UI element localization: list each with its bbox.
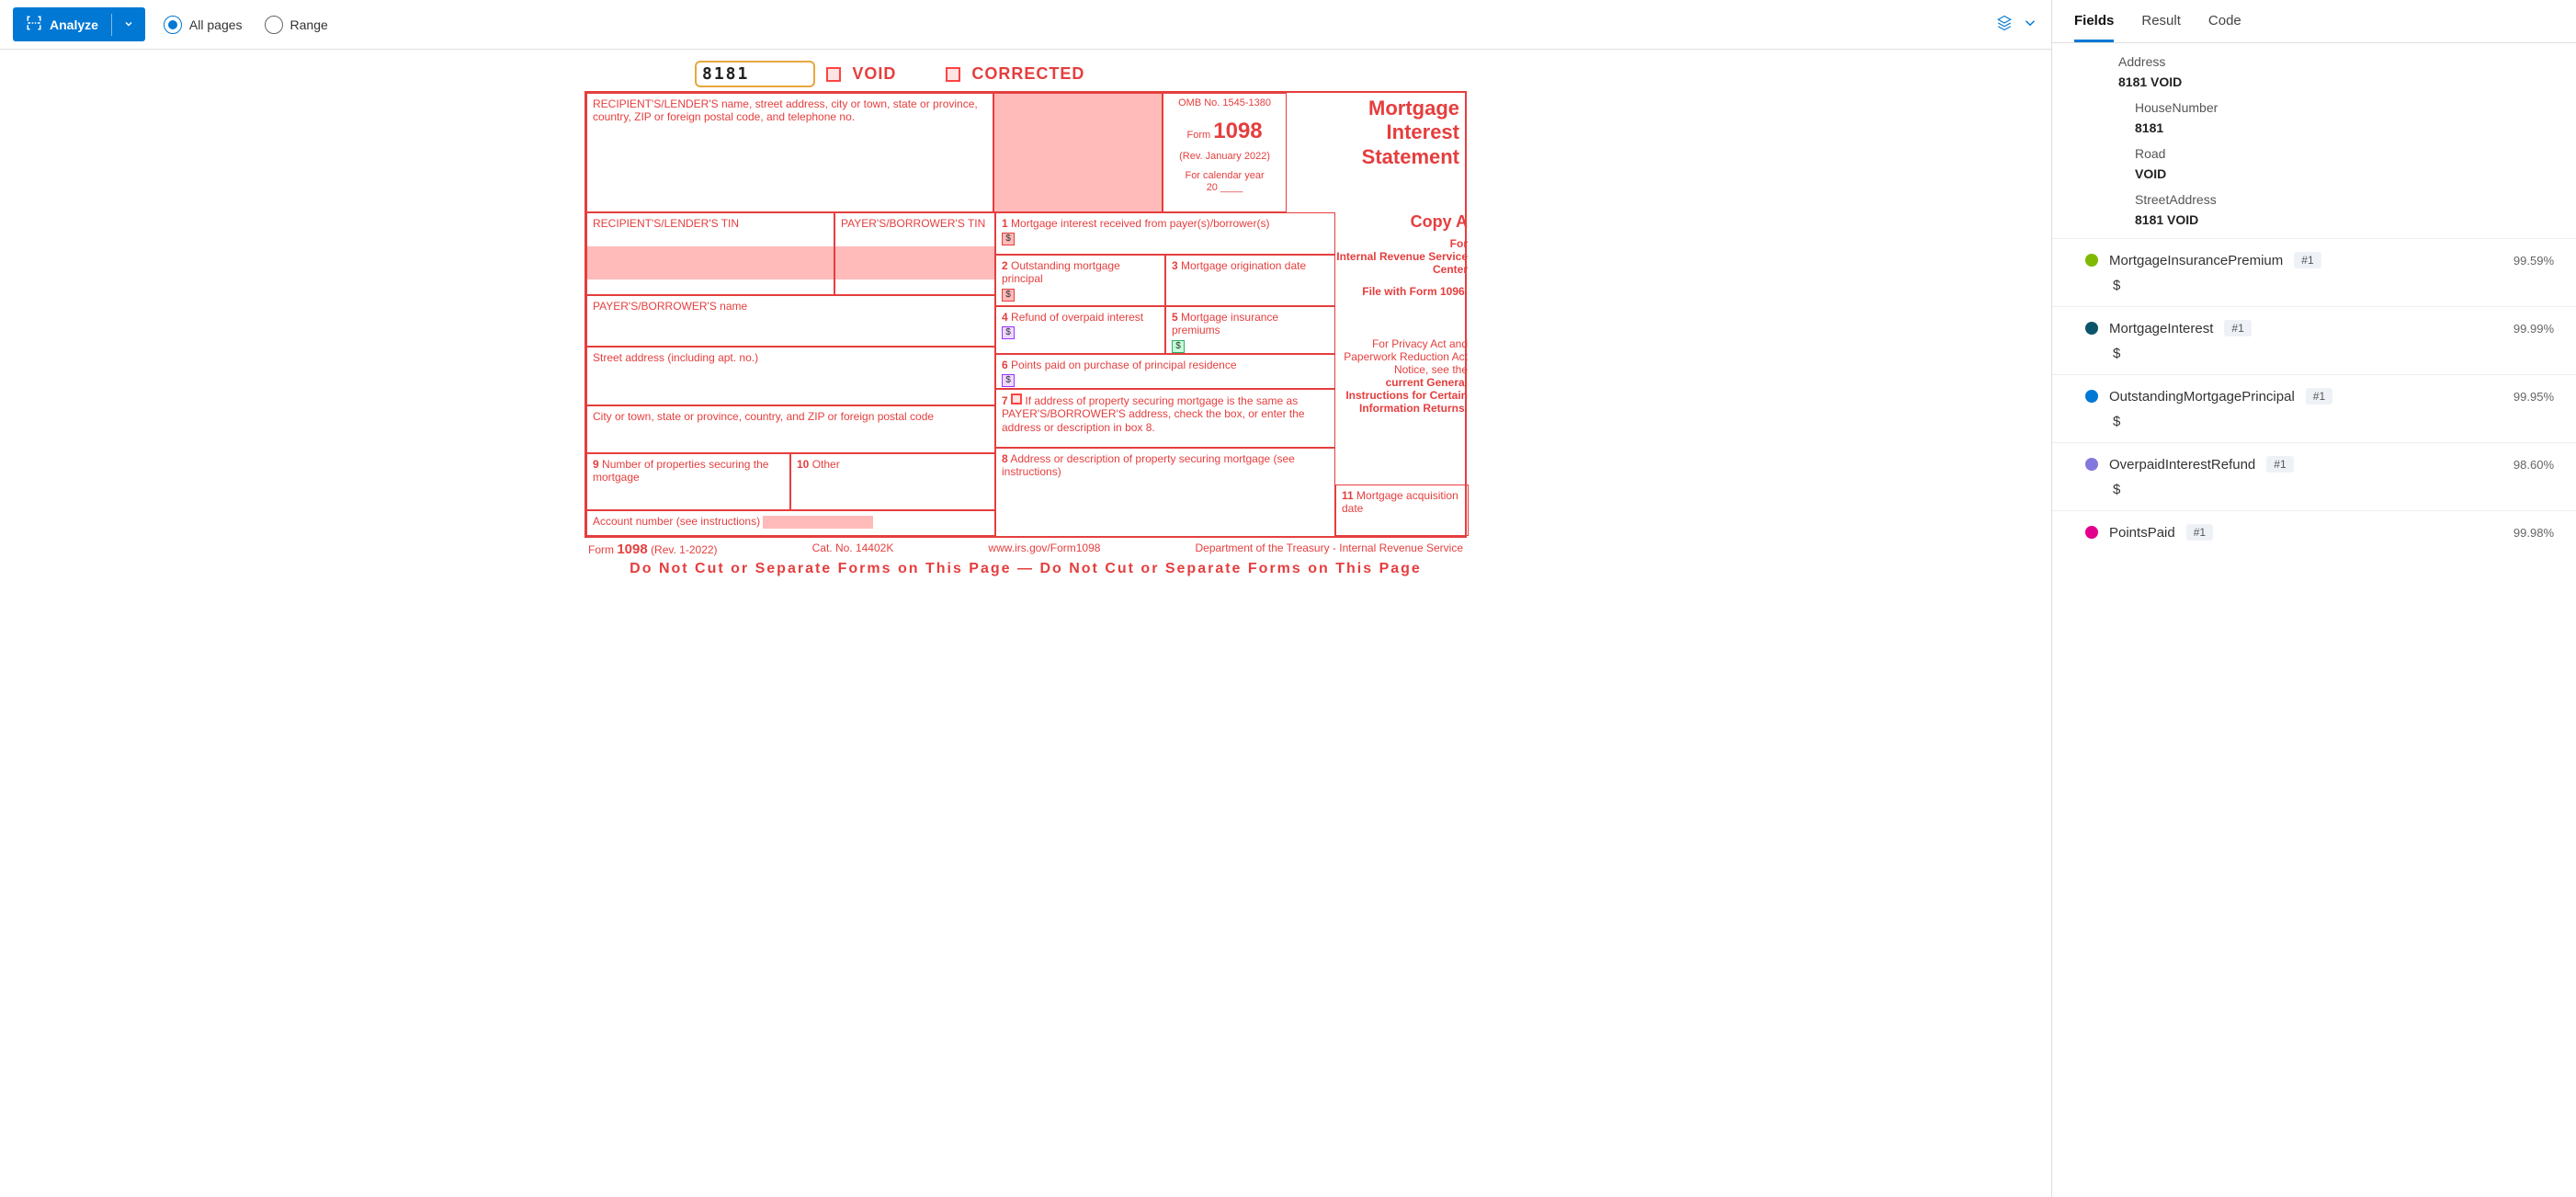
field-card[interactable]: OverpaidInterestRefund #1 98.60% $	[2052, 442, 2576, 510]
void-checkbox	[826, 67, 841, 82]
void-label: VOID	[852, 64, 896, 84]
layers-icon	[1996, 15, 2013, 34]
field-name: PointsPaid	[2109, 525, 2175, 541]
field-confidence: 98.60%	[2514, 458, 2554, 472]
field-card[interactable]: OutstandingMortgagePrincipal #1 99.95% $	[2052, 374, 2576, 442]
field-card[interactable]: MortgageInsurancePremium #1 99.59% $	[2052, 238, 2576, 306]
field-swatch	[2085, 322, 2098, 335]
field-value: $	[2085, 268, 2554, 293]
privacy-notice: For Privacy Act and Paperwork Reduction …	[1335, 310, 1473, 484]
radio-label: Range	[290, 17, 328, 32]
box-8: 8 Address or description of property sec…	[995, 448, 1335, 536]
box-2: 2 Outstanding mortgage principal$	[995, 255, 1165, 306]
analyze-dropdown[interactable]	[112, 10, 145, 40]
detected-code-box: 8181	[695, 61, 815, 87]
field-confidence: 99.99%	[2514, 322, 2554, 336]
box-9: 9 Number of properties securing the mort…	[586, 453, 790, 510]
field-confidence: 99.98%	[2514, 526, 2554, 540]
field-badge: #1	[2266, 456, 2293, 473]
field-road-label: Road	[2135, 141, 2576, 166]
field-name: MortgageInterest	[2109, 321, 2213, 336]
city-box: City or town, state or province, country…	[586, 405, 995, 453]
payer-name-box: PAYER'S/BORROWER'S name	[586, 295, 995, 347]
field-confidence: 99.59%	[2514, 254, 2554, 268]
analyze-button[interactable]: Analyze	[13, 7, 145, 41]
box-7: 7 If address of property securing mortga…	[995, 389, 1335, 448]
street-address-box: Street address (including apt. no.)	[586, 347, 995, 405]
account-number-box: Account number (see instructions)	[586, 510, 995, 536]
field-address-value: 8181 VOID	[2118, 74, 2576, 95]
field-swatch	[2085, 526, 2098, 539]
toolbar: Analyze All pages Range	[0, 0, 2051, 50]
bracket-icon	[26, 15, 42, 34]
form-footer: Form 1098 (Rev. 1-2022) Cat. No. 14402K …	[584, 538, 1467, 557]
recipient-tin-box: RECIPIENT'S/LENDER'S TIN	[586, 212, 834, 295]
field-confidence: 99.95%	[2514, 390, 2554, 404]
document-canvas[interactable]: 8181 VOID CORRECTED RECIPIENT'S/LENDER'S…	[0, 50, 2051, 1197]
radio-icon	[164, 16, 182, 34]
layers-control[interactable]	[1996, 15, 2038, 34]
field-badge: #1	[2294, 252, 2321, 268]
field-housenumber-label: HouseNumber	[2135, 95, 2576, 120]
radio-all-pages[interactable]: All pages	[164, 16, 243, 34]
form-title: MortgageInterestStatement	[1287, 93, 1465, 212]
box-5: 5 Mortgage insurance premiums$	[1165, 306, 1335, 354]
results-panel: Fields Result Code Address 8181 VOID Hou…	[2052, 0, 2576, 1197]
field-name: MortgageInsurancePremium	[2109, 253, 2283, 268]
box-6: 6 Points paid on purchase of principal r…	[995, 354, 1335, 389]
field-road-value: VOID	[2135, 166, 2576, 187]
filler-box	[993, 93, 1163, 212]
box-10: 10 Other	[790, 453, 995, 510]
copy-a-label: Copy A For Internal Revenue Service Cent…	[1335, 212, 1473, 310]
field-value: $	[2085, 405, 2554, 429]
field-streetaddress-value: 8181 VOID	[2135, 212, 2576, 233]
box-4: 4 Refund of overpaid interest$	[995, 306, 1165, 354]
recipient-lender-box: RECIPIENT'S/LENDER'S name, street addres…	[586, 93, 993, 212]
tab-fields[interactable]: Fields	[2074, 13, 2114, 42]
field-badge: #1	[2224, 320, 2251, 336]
chevron-down-icon	[123, 17, 134, 32]
box-3: 3 Mortgage origination date	[1165, 255, 1335, 306]
field-card[interactable]: PointsPaid #1 99.98%	[2052, 510, 2576, 553]
field-name: OverpaidInterestRefund	[2109, 457, 2255, 473]
no-cut-line: Do Not Cut or Separate Forms on This Pag…	[584, 557, 1467, 577]
page-mode-radio-group: All pages Range	[164, 16, 328, 34]
field-name: OutstandingMortgagePrincipal	[2109, 389, 2295, 405]
field-badge: #1	[2186, 524, 2213, 541]
field-card[interactable]: MortgageInterest #1 99.99% $	[2052, 306, 2576, 374]
analyze-button-main[interactable]: Analyze	[13, 7, 111, 41]
field-swatch	[2085, 254, 2098, 267]
tab-result[interactable]: Result	[2141, 13, 2181, 42]
fields-list[interactable]: Address 8181 VOID HouseNumber 8181 Road …	[2052, 43, 2576, 1197]
box-11: 11 Mortgage acquisition date	[1335, 484, 1469, 536]
field-value: $	[2085, 473, 2554, 497]
results-tabs: Fields Result Code	[2052, 0, 2576, 43]
form-1098: RECIPIENT'S/LENDER'S name, street addres…	[584, 91, 1467, 538]
form-id-box: OMB No. 1545-1380 Form 1098 (Rev. Januar…	[1163, 93, 1286, 212]
radio-label: All pages	[189, 17, 243, 32]
corrected-label: CORRECTED	[971, 64, 1084, 84]
field-housenumber-value: 8181	[2135, 120, 2576, 141]
tab-code[interactable]: Code	[2208, 13, 2241, 42]
analyze-label: Analyze	[50, 17, 98, 32]
corrected-checkbox	[946, 67, 960, 82]
field-swatch	[2085, 390, 2098, 403]
field-value: $	[2085, 336, 2554, 361]
box-1: 1 Mortgage interest received from payer(…	[995, 212, 1335, 255]
field-address-label: Address	[2118, 49, 2576, 74]
chevron-down-icon	[2022, 15, 2038, 34]
radio-icon	[265, 16, 283, 34]
field-swatch	[2085, 458, 2098, 471]
radio-range[interactable]: Range	[265, 16, 328, 34]
field-badge: #1	[2306, 388, 2332, 405]
field-streetaddress-label: StreetAddress	[2135, 187, 2576, 212]
payer-tin-box: PAYER'S/BORROWER'S TIN	[834, 212, 995, 295]
